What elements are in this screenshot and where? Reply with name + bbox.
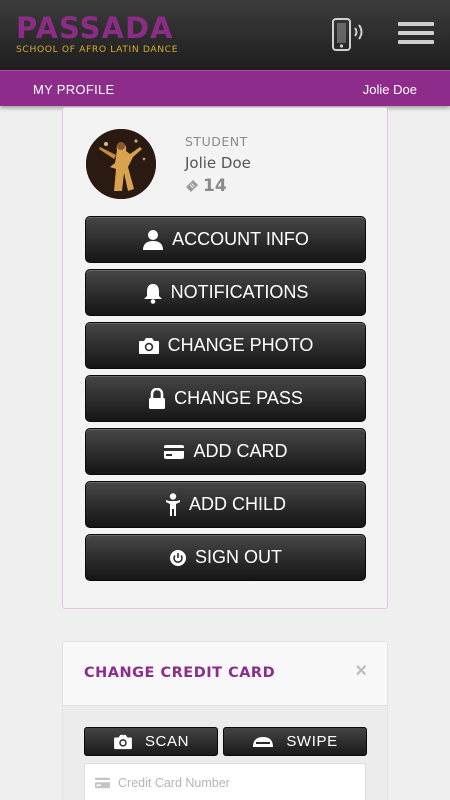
add-card-label: ADD CARD <box>193 441 288 461</box>
swipe-button[interactable]: SWIPE <box>223 727 367 756</box>
change-photo-label: CHANGE PHOTO <box>167 335 314 355</box>
sign-out-button[interactable]: SIGN OUT <box>85 534 366 581</box>
scan-button[interactable]: SCAN <box>84 727 218 756</box>
close-icon[interactable]: × <box>355 660 367 683</box>
profile-card: STUDENT Jolie Doe 14 ACCOUNT INFO NOTIFI… <box>62 107 388 609</box>
app-header: PASSADA SCHOOL OF AFRO LATIN DANCE <box>0 0 450 70</box>
change-pass-button[interactable]: CHANGE PASS <box>85 375 366 422</box>
card-number-input[interactable] <box>118 776 358 790</box>
user-role: STUDENT <box>185 134 248 149</box>
user-icon <box>143 229 164 250</box>
account-info-button[interactable]: ACCOUNT INFO <box>85 216 366 263</box>
panel-body: SCAN SWIPE <box>63 706 387 800</box>
camera-icon <box>138 337 159 354</box>
swipe-label: SWIPE <box>286 733 338 750</box>
phone-vibrate-icon[interactable] <box>330 17 370 53</box>
notifications-button[interactable]: NOTIFICATIONS <box>85 269 366 316</box>
current-user-name[interactable]: Jolie Doe <box>363 82 417 97</box>
camera-icon <box>114 734 132 749</box>
logo-wordmark: PASSADA <box>16 11 174 45</box>
notifications-label: NOTIFICATIONS <box>170 282 309 302</box>
logo[interactable]: PASSADA SCHOOL OF AFRO LATIN DANCE <box>16 13 178 55</box>
bell-icon <box>143 283 162 304</box>
credit-card-icon <box>164 444 185 459</box>
page-title: MY PROFILE <box>33 82 115 97</box>
credit-card-icon <box>95 777 110 789</box>
avatar[interactable] <box>86 129 156 199</box>
scan-label: SCAN <box>144 733 190 750</box>
change-credit-card-panel: CHANGE CREDIT CARD × SCAN SWIPE <box>62 641 388 800</box>
add-child-label: ADD CHILD <box>188 494 286 514</box>
add-card-button[interactable]: ADD CARD <box>85 428 366 475</box>
profile-subbar: MY PROFILE Jolie Doe <box>0 70 450 106</box>
user-name: Jolie Doe <box>185 154 251 172</box>
panel-header: CHANGE CREDIT CARD × <box>63 642 387 706</box>
account-info-label: ACCOUNT INFO <box>172 229 309 249</box>
change-photo-button[interactable]: CHANGE PHOTO <box>85 322 366 369</box>
add-child-button[interactable]: ADD CHILD <box>85 481 366 528</box>
points-balance: 14 <box>185 176 227 196</box>
panel-title: CHANGE CREDIT CARD <box>84 665 276 681</box>
sign-out-label: SIGN OUT <box>194 547 282 567</box>
logo-tagline: SCHOOL OF AFRO LATIN DANCE <box>16 44 179 55</box>
lock-icon <box>149 387 166 409</box>
points-value: 14 <box>203 176 227 196</box>
child-icon <box>165 492 180 516</box>
change-pass-label: CHANGE PASS <box>174 388 303 408</box>
card-number-field-wrapper <box>84 763 366 800</box>
card-reader-icon <box>253 736 274 747</box>
power-icon <box>169 549 186 566</box>
ticket-icon <box>186 180 198 192</box>
hamburger-menu-icon[interactable] <box>398 22 434 48</box>
